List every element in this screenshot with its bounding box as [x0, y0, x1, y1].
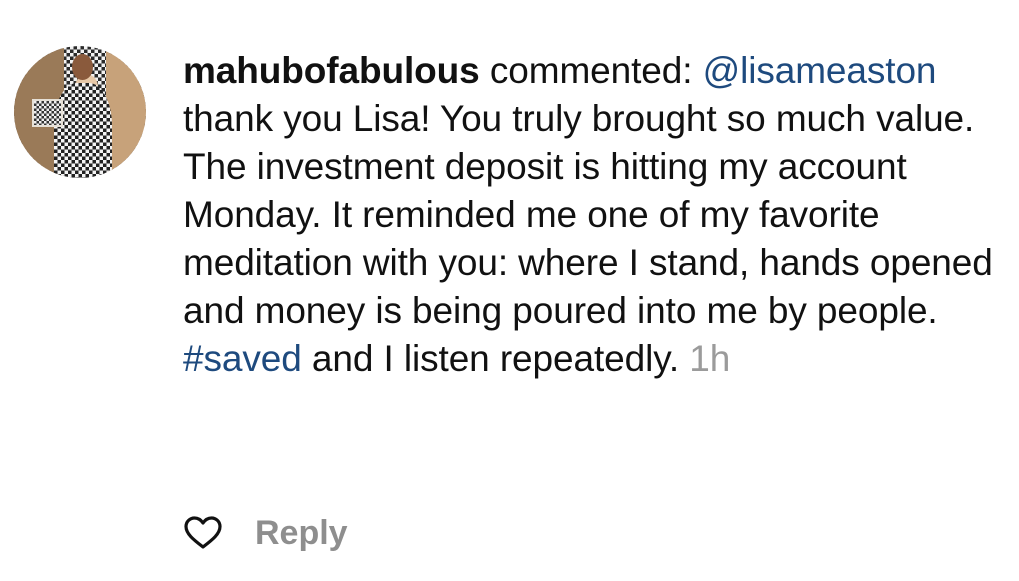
comment-timestamp[interactable]: 1h: [689, 338, 730, 379]
mention-link[interactable]: @lisameaston: [703, 50, 937, 91]
reply-button[interactable]: Reply: [255, 514, 348, 553]
avatar-background-right: [106, 46, 146, 178]
avatar-figure: [53, 82, 112, 178]
avatar-handbag: [32, 98, 63, 127]
like-button[interactable]: [183, 513, 223, 553]
avatar-head: [72, 53, 94, 81]
comment: mahubofabulous commented: @lisameaston t…: [0, 0, 1019, 581]
comment-text: mahubofabulous commented: @lisameaston t…: [183, 47, 1003, 383]
heart-outline-icon: [184, 516, 222, 549]
comment-body: thank you Lisa! You truly brought so muc…: [183, 98, 993, 331]
avatar[interactable]: [14, 46, 146, 178]
comment-actions: Reply: [183, 508, 348, 558]
comment-action-text: commented:: [489, 50, 693, 91]
comment-body-end: and I listen repeatedly.: [311, 338, 680, 379]
comment-username[interactable]: mahubofabulous: [183, 50, 480, 91]
hashtag-link[interactable]: #saved: [183, 338, 302, 379]
